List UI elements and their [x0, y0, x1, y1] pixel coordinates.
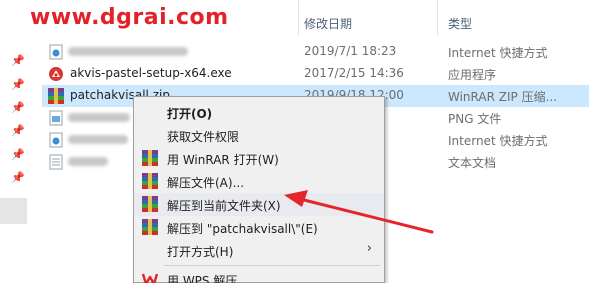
winrar-icon	[48, 88, 64, 104]
menu-item-open-with-winrar[interactable]: 用 WinRAR 打开(W)	[134, 147, 384, 170]
png-file-icon	[49, 110, 63, 126]
chevron-right-icon: ›	[366, 241, 372, 256]
akvis-app-icon	[49, 67, 63, 81]
pin-icon[interactable]: 📌	[11, 102, 25, 114]
winrar-icon	[142, 173, 158, 189]
menu-item-label: 解压文件(A)...	[167, 176, 245, 190]
winrar-icon	[142, 196, 158, 212]
file-row[interactable]: 2019/7/1 18:23 Internet 快捷方式	[42, 41, 589, 63]
internet-shortcut-icon	[49, 132, 63, 148]
menu-item-label: 获取文件权限	[167, 130, 240, 144]
column-separator[interactable]	[298, 0, 299, 36]
pin-icon[interactable]: 📌	[11, 79, 25, 91]
watermark-text: www.dgrai.com	[30, 5, 229, 30]
file-type: WinRAR ZIP 压缩...	[448, 90, 558, 104]
file-name: akvis-pastel-setup-x64.exe	[70, 66, 232, 80]
file-type: 文本文档	[448, 156, 497, 170]
column-header-type[interactable]: 类型	[448, 15, 472, 32]
pin-icon[interactable]: 📌	[11, 55, 25, 67]
menu-item-label: 解压到 "patchakvisall\"(E)	[167, 222, 318, 236]
wps-icon	[142, 273, 158, 283]
file-row[interactable]: akvis-pastel-setup-x64.exe 2017/2/15 14:…	[42, 63, 589, 85]
menu-item-open[interactable]: 打开(O)	[134, 101, 384, 124]
menu-item-extract-here[interactable]: 解压到当前文件夹(X)	[134, 193, 384, 216]
menu-item-label: 用 WPS 解压	[167, 274, 238, 283]
menu-item-label: 打开方式(H)	[167, 245, 234, 259]
menu-item-extract-files[interactable]: 解压文件(A)...	[134, 170, 384, 193]
menu-item-label: 用 WinRAR 打开(W)	[167, 153, 279, 167]
menu-item-take-ownership[interactable]: 获取文件权限	[134, 124, 384, 147]
blurred-filename	[68, 113, 130, 122]
pin-icon[interactable]: 📌	[11, 149, 25, 161]
menu-item-wps-extract[interactable]: 用 WPS 解压	[134, 268, 384, 283]
menu-item-extract-to-folder[interactable]: 解压到 "patchakvisall\"(E)	[134, 216, 384, 239]
menu-item-open-with[interactable]: 打开方式(H) ›	[134, 239, 384, 262]
menu-item-label: 打开(O)	[167, 107, 213, 121]
column-header-date[interactable]: 修改日期	[304, 15, 352, 32]
column-separator[interactable]	[437, 0, 438, 36]
file-type: PNG 文件	[448, 112, 502, 126]
navigation-pane: 📌 📌 📌 📌 📌 📌	[0, 0, 34, 283]
blurred-filename	[68, 135, 128, 144]
menu-item-label: 解压到当前文件夹(X)	[167, 199, 281, 213]
pin-icon[interactable]: 📌	[11, 172, 25, 184]
context-menu: 打开(O) 获取文件权限 用 WinRAR 打开(W) 解压文件(A)... 解…	[133, 96, 385, 283]
winrar-icon	[142, 219, 158, 235]
blurred-filename	[68, 157, 108, 166]
nav-selected-item[interactable]	[0, 198, 27, 224]
file-type: Internet 快捷方式	[448, 46, 548, 60]
file-type: 应用程序	[448, 68, 497, 82]
text-file-icon	[49, 154, 63, 170]
file-type: Internet 快捷方式	[448, 134, 548, 148]
pin-icon[interactable]: 📌	[11, 125, 25, 137]
file-date: 2019/7/1 18:23	[304, 44, 397, 58]
internet-shortcut-icon	[49, 44, 63, 60]
blurred-filename	[68, 47, 188, 56]
winrar-icon	[142, 150, 158, 166]
file-date: 2017/2/15 14:36	[304, 66, 404, 80]
menu-separator	[164, 265, 380, 266]
watermark: www.dgrai.com	[30, 5, 229, 30]
